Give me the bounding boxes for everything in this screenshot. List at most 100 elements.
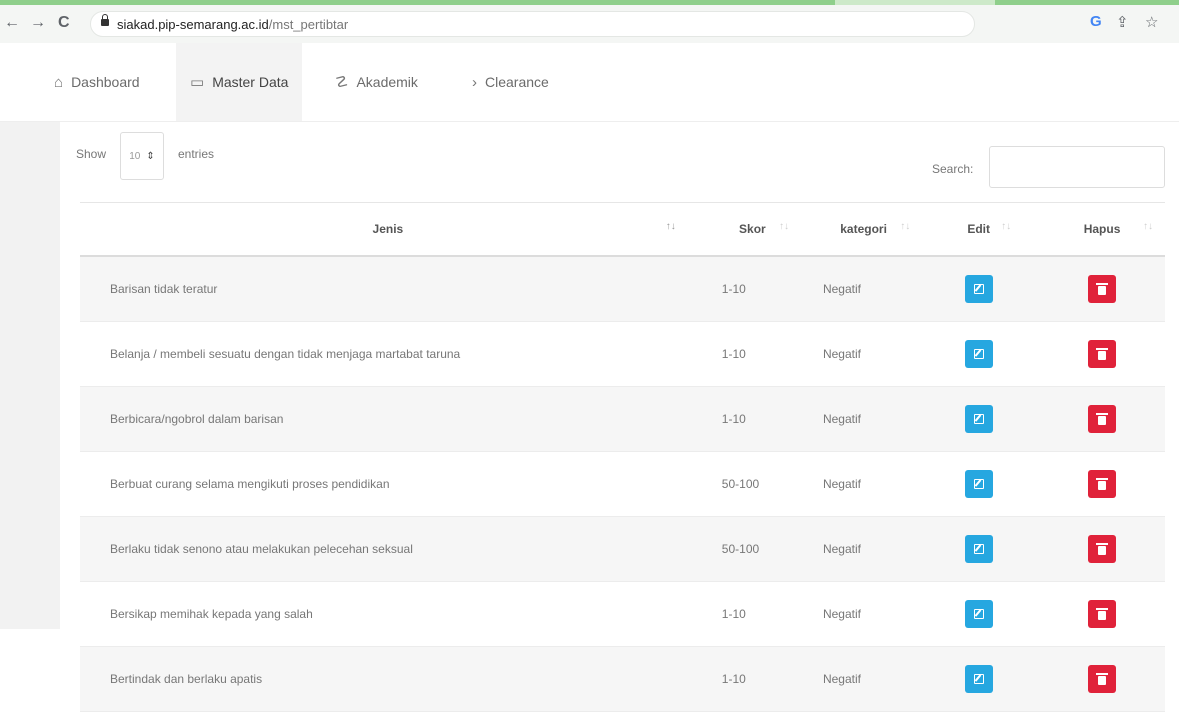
cell-hapus [1039,321,1165,387]
trash-icon [1096,672,1109,685]
delete-button[interactable] [1088,470,1117,498]
cell-kategori: Negatif [808,516,919,582]
trash-icon [1096,347,1109,360]
nav-item-akademik[interactable]: ☡ Akademik [335,43,418,121]
cell-kategori: Negatif [808,646,919,712]
page-length-select[interactable]: 10 ⇕ [120,132,164,180]
edit-icon [973,674,984,684]
delete-button[interactable] [1088,340,1117,368]
book-icon: ▭ [190,74,205,91]
edit-icon [973,609,984,619]
edit-button[interactable] [964,340,993,368]
trash-icon [1096,542,1109,555]
column-header-jenis[interactable]: Jenis ↑↓ [80,202,696,257]
edit-button[interactable] [964,600,993,628]
cell-jenis: Berlaku tidak senono atau melakukan pele… [80,516,696,582]
cell-edit [918,256,1040,322]
cell-jenis: Bertindak dan berlaku apatis [80,646,696,712]
url-text: siakad.pip-semarang.ac.id/mst_pertibtar [117,17,349,32]
left-gutter [0,122,60,629]
cell-hapus [1039,516,1165,582]
cell-hapus [1039,646,1165,712]
cell-edit [918,386,1040,452]
cell-skor: 50-100 [695,451,809,517]
column-header-edit[interactable]: Edit ↑↓ [918,202,1040,257]
cell-kategori: Negatif [808,581,919,647]
nav-item-dashboard[interactable]: ⌂ Dashboard [54,43,140,121]
edit-button[interactable] [964,535,993,563]
column-header-kategori[interactable]: kategori ↑↓ [808,202,919,257]
cell-hapus [1039,256,1165,322]
edit-icon [973,284,984,294]
sort-icon: ↑↓ [778,221,789,232]
delete-button[interactable] [1088,275,1117,303]
edit-button[interactable] [964,405,993,433]
cell-kategori: Negatif [808,256,919,322]
table-row: Berbicara/ngobrol dalam barisan 1-10 Neg… [80,386,1165,452]
select-arrows-icon: ⇕ [146,150,155,162]
table-row: Bersikap memihak kepada yang salah 1-10 … [80,581,1165,647]
trash-icon [1096,412,1109,425]
edit-button[interactable] [964,470,993,498]
column-header-hapus[interactable]: Hapus ↑↓ [1039,202,1165,257]
google-translate-icon[interactable]: G [1090,13,1102,30]
sort-icon: ↑↓ [900,221,911,232]
cell-kategori: Negatif [808,386,919,452]
table-row: Berbuat curang selama mengikuti proses p… [80,451,1165,517]
cell-skor: 1-10 [695,581,809,647]
trash-icon [1096,477,1109,490]
delete-button[interactable] [1088,535,1117,563]
cell-edit [918,581,1040,647]
sort-icon: ↑↓ [1143,221,1153,232]
cell-jenis: Belanja / membeli sesuatu dengan tidak m… [80,321,696,387]
share-icon[interactable]: ⇪ [1116,13,1129,31]
nav-item-master-data[interactable]: ▭ Master Data [176,43,303,121]
table-row: Berlaku tidak senono atau melakukan pele… [80,516,1165,582]
cell-skor: 1-10 [695,321,809,387]
nav-label: Dashboard [71,74,140,90]
cell-hapus [1039,386,1165,452]
bookmark-star-icon[interactable]: ☆ [1145,13,1158,31]
back-arrow-icon[interactable]: ← [4,13,20,33]
delete-button[interactable] [1088,600,1117,628]
cell-jenis: Berbuat curang selama mengikuti proses p… [80,451,696,517]
table-row: Barisan tidak teratur 1-10 Negatif [80,256,1165,322]
nav-label: Master Data [212,74,289,90]
browser-toolbar: ← → C siakad.pip-semarang.ac.id/mst_pert… [0,5,1179,44]
cell-skor: 50-100 [695,516,809,582]
nav-label: Clearance [485,74,549,90]
cell-jenis: Bersikap memihak kepada yang salah [80,581,696,647]
home-icon: ⌂ [54,73,64,91]
cell-hapus [1039,451,1165,517]
edit-icon [973,544,984,554]
cell-skor: 1-10 [695,386,809,452]
cell-jenis: Berbicara/ngobrol dalam barisan [80,386,696,452]
delete-button[interactable] [1088,405,1117,433]
address-bar[interactable]: siakad.pip-semarang.ac.id/mst_pertibtar [90,11,975,37]
search-label: Search: [932,162,974,176]
nav-label: Akademik [356,74,418,90]
forward-arrow-icon[interactable]: → [30,13,46,33]
reload-icon[interactable]: C [58,13,70,33]
edit-icon [973,479,984,489]
edit-icon [973,414,984,424]
show-label: Show [76,147,107,161]
cell-skor: 1-10 [695,646,809,712]
edit-button[interactable] [964,665,993,693]
delete-button[interactable] [1088,665,1117,693]
cell-jenis: Barisan tidak teratur [80,256,696,322]
search-input[interactable] [989,146,1165,188]
trash-icon [1096,607,1109,620]
edit-icon [973,349,984,359]
column-header-skor[interactable]: Skor ↑↓ [695,202,809,257]
table-row: Bertindak dan berlaku apatis 1-10 Negati… [80,646,1165,712]
cell-edit [918,516,1040,582]
nav-item-clearance[interactable]: › Clearance [472,43,549,121]
table-header-row: Jenis ↑↓ Skor ↑↓ kategori ↑↓ Edit ↑↓ Hap… [80,202,1165,257]
trash-icon [1096,282,1109,295]
entries-label: entries [178,147,215,161]
edit-button[interactable] [964,275,993,303]
table-row: Belanja / membeli sesuatu dengan tidak m… [80,321,1165,387]
sort-icon: ↑↓ [665,221,676,232]
sort-icon: ↑↓ [1001,221,1012,232]
